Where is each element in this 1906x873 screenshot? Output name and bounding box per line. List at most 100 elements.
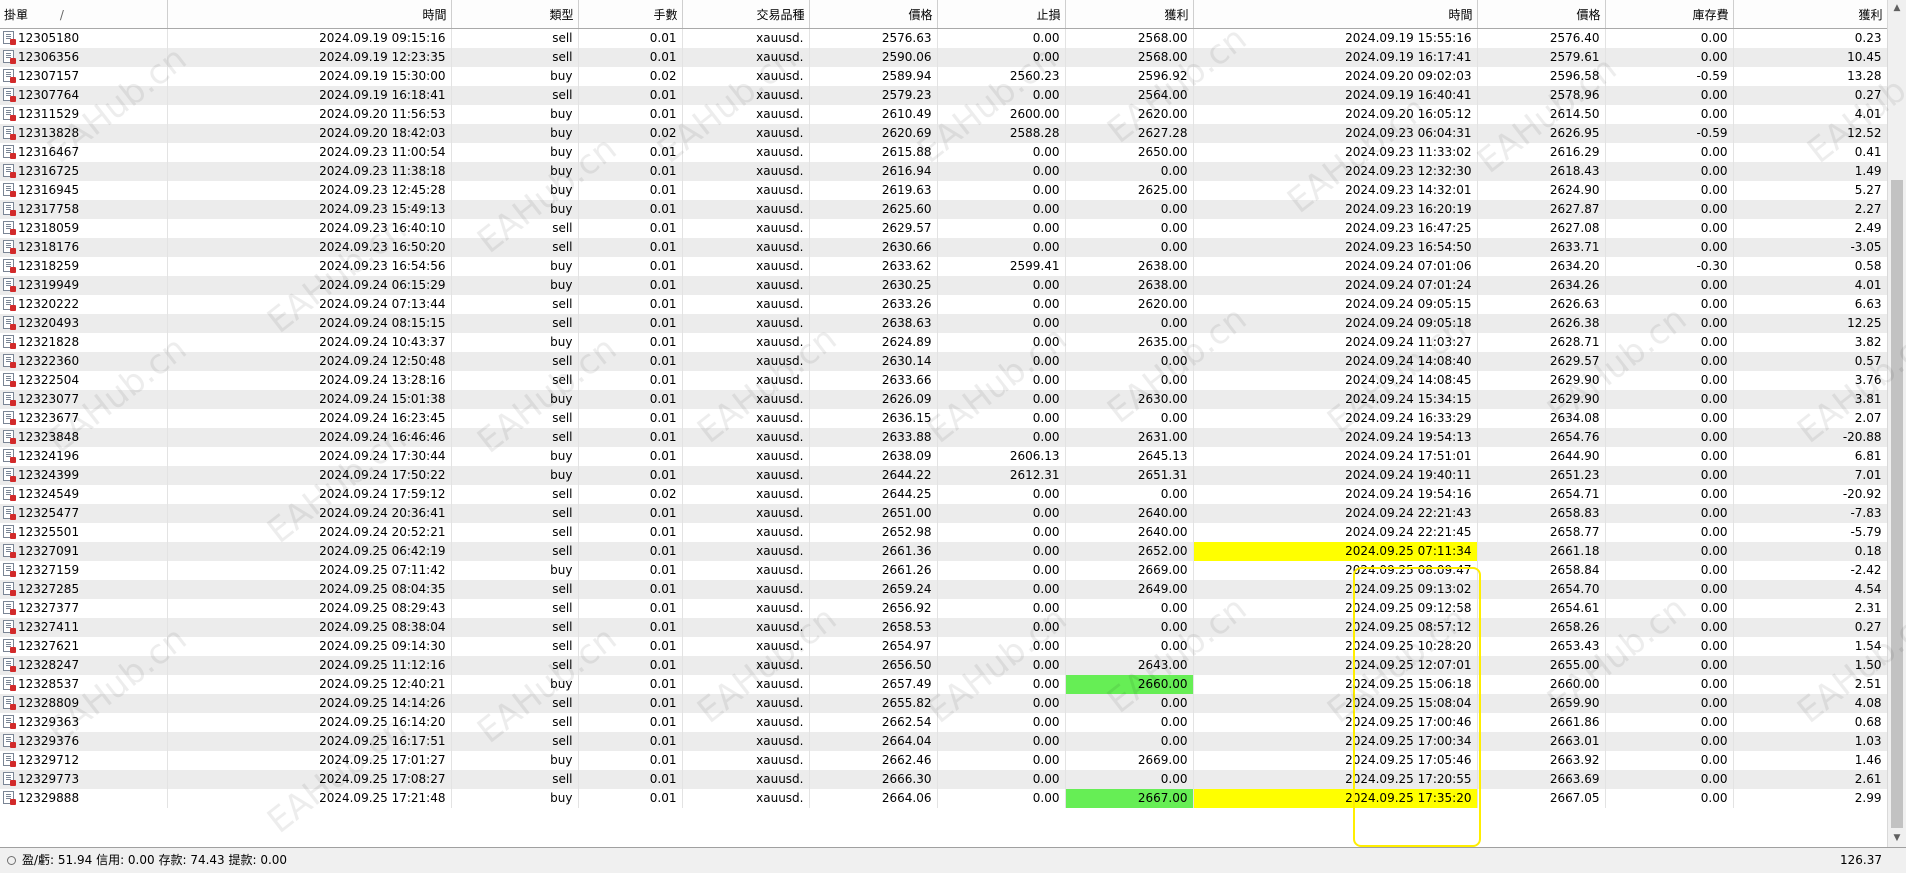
cell-open-time: 2024.09.23 11:00:54 (167, 143, 452, 162)
table-row[interactable]: 12307764 2024.09.19 16:18:41 sell 0.01 xauus… (0, 86, 1887, 105)
table-row[interactable]: 12319949 2024.09.24 06:15:29 buy 0.01 xauusd… (0, 276, 1887, 295)
sell-order-document-icon (3, 316, 16, 330)
cell-take-profit: 2568.00 (1065, 28, 1194, 48)
table-row[interactable]: 12322360 2024.09.24 12:50:48 sell 0.01 xauus… (0, 352, 1887, 371)
table-row[interactable]: 12327159 2024.09.25 07:11:42 buy 0.01 xauusd… (0, 561, 1887, 580)
table-row[interactable]: 12313828 2024.09.20 18:42:03 buy 0.02 xauusd… (0, 124, 1887, 143)
cell-open-price: 2644.25 (809, 485, 938, 504)
table-row[interactable]: 12321828 2024.09.24 10:43:37 buy 0.01 xauusd… (0, 333, 1887, 352)
table-row[interactable]: 12324196 2024.09.24 17:30:44 buy 0.01 xauusd… (0, 447, 1887, 466)
status-bar: 盈/虧: 51.94 信用: 0.00 存款: 74.43 提款: 0.00 1… (0, 847, 1906, 873)
table-row[interactable]: 12328247 2024.09.25 11:12:16 sell 0.01 xauus… (0, 656, 1887, 675)
table-row[interactable]: 12320493 2024.09.24 08:15:15 sell 0.01 xauus… (0, 314, 1887, 333)
column-header-open-price[interactable]: 價格 (809, 0, 938, 29)
cell-symbol: xauusd. (682, 504, 810, 523)
sell-order-document-icon (3, 772, 16, 786)
cell-close-price: 2651.23 (1477, 466, 1606, 485)
column-header-stop-loss[interactable]: 止損 (937, 0, 1066, 29)
table-row[interactable]: 12311529 2024.09.20 11:56:53 buy 0.01 xauusd… (0, 105, 1887, 124)
table-row[interactable]: 12328809 2024.09.25 14:14:26 sell 0.01 xauus… (0, 694, 1887, 713)
column-header-type[interactable]: 類型 (451, 0, 579, 29)
table-row[interactable]: 12325477 2024.09.24 20:36:41 sell 0.01 xauus… (0, 504, 1887, 523)
ticket-number: 12307764 (18, 88, 80, 102)
cell-stop-loss: 0.00 (937, 162, 1066, 181)
cell-open-time: 2024.09.23 16:54:56 (167, 257, 452, 276)
table-row[interactable]: 12316467 2024.09.23 11:00:54 buy 0.01 xauusd… (0, 143, 1887, 162)
table-row[interactable]: 12329712 2024.09.25 17:01:27 buy 0.01 xauusd… (0, 751, 1887, 770)
table-row[interactable]: 12327377 2024.09.25 08:29:43 sell 0.01 xauus… (0, 599, 1887, 618)
column-header-open-time[interactable]: 時間 (167, 0, 452, 29)
table-row[interactable]: 12324399 2024.09.24 17:50:22 buy 0.01 xauusd… (0, 466, 1887, 485)
table-row[interactable]: 12318259 2024.09.23 16:54:56 buy 0.01 xauusd… (0, 257, 1887, 276)
sell-order-document-icon (3, 506, 16, 520)
table-row[interactable]: 12316725 2024.09.23 11:38:18 buy 0.01 xauusd… (0, 162, 1887, 181)
column-header-close-price[interactable]: 價格 (1477, 0, 1606, 29)
cell-open-time: 2024.09.25 17:01:27 (167, 751, 452, 770)
table-row[interactable]: 12322504 2024.09.24 13:28:16 sell 0.01 xauus… (0, 371, 1887, 390)
table-row[interactable]: 12320222 2024.09.24 07:13:44 sell 0.01 xauus… (0, 295, 1887, 314)
cell-ticket: 12327091 (0, 542, 168, 561)
table-row[interactable]: 12329888 2024.09.25 17:21:48 buy 0.01 xauusd… (0, 789, 1887, 808)
sell-order-document-icon (3, 753, 16, 767)
column-header-take-profit[interactable]: 獲利 (1065, 0, 1194, 29)
sell-order-document-icon (3, 658, 16, 672)
column-header-swap[interactable]: 庫存費 (1605, 0, 1734, 29)
table-row[interactable]: 12324549 2024.09.24 17:59:12 sell 0.02 xauus… (0, 485, 1887, 504)
column-header-close-time[interactable]: 時間 (1193, 0, 1478, 29)
table-row[interactable]: 12318176 2024.09.23 16:50:20 sell 0.01 xauus… (0, 238, 1887, 257)
table-row[interactable]: 12323677 2024.09.24 16:23:45 sell 0.01 xauus… (0, 409, 1887, 428)
cell-lots: 0.01 (578, 637, 683, 656)
sell-order-document-icon (3, 563, 16, 577)
cell-symbol: xauusd. (682, 352, 810, 371)
cell-open-time: 2024.09.25 06:42:19 (167, 542, 452, 561)
cell-swap: 0.00 (1605, 789, 1734, 808)
table-row[interactable]: 12329773 2024.09.25 17:08:27 sell 0.01 xauus… (0, 770, 1887, 789)
cell-close-time: 2024.09.24 19:40:11 (1193, 466, 1478, 485)
cell-close-price: 2661.18 (1477, 542, 1606, 561)
column-header-ticket[interactable]: 掛單 / (0, 0, 168, 29)
cell-open-time: 2024.09.25 17:08:27 (167, 770, 452, 789)
cell-close-price: 2660.00 (1477, 675, 1606, 694)
table-row[interactable]: 12327621 2024.09.25 09:14:30 sell 0.01 xauus… (0, 637, 1887, 656)
table-row[interactable]: 12317758 2024.09.23 15:49:13 buy 0.01 xauusd… (0, 200, 1887, 219)
vertical-scrollbar[interactable]: ▲ ▼ (1887, 0, 1906, 847)
cell-close-price: 2626.63 (1477, 295, 1606, 314)
sell-order-document-icon (3, 468, 16, 482)
cell-type: sell (451, 618, 579, 637)
cell-type: sell (451, 238, 579, 257)
cell-ticket: 12316945 (0, 181, 168, 200)
table-row[interactable]: 12318059 2024.09.23 16:40:10 sell 0.01 xauus… (0, 219, 1887, 238)
cell-profit: 2.31 (1733, 599, 1887, 618)
table-row[interactable]: 12327411 2024.09.25 08:38:04 sell 0.01 xauus… (0, 618, 1887, 637)
cell-open-price: 2657.49 (809, 675, 938, 694)
scrollbar-thumb[interactable] (1891, 180, 1903, 828)
cell-close-price: 2626.38 (1477, 314, 1606, 333)
table-row[interactable]: 12327285 2024.09.25 08:04:35 sell 0.01 xauus… (0, 580, 1887, 599)
scroll-down-arrow-icon[interactable]: ▼ (1888, 830, 1906, 847)
table-row[interactable]: 12323077 2024.09.24 15:01:38 buy 0.01 xauusd… (0, 390, 1887, 409)
column-header-profit[interactable]: 獲利 (1733, 0, 1887, 29)
cell-lots: 0.01 (578, 181, 683, 200)
cell-type: buy (451, 751, 579, 770)
table-row[interactable]: 12323848 2024.09.24 16:46:46 sell 0.01 xauus… (0, 428, 1887, 447)
table-row[interactable]: 12325501 2024.09.24 20:52:21 sell 0.01 xauus… (0, 523, 1887, 542)
cell-profit: 3.82 (1733, 333, 1887, 352)
scroll-up-arrow-icon[interactable]: ▲ (1888, 0, 1906, 17)
table-row[interactable]: 12307157 2024.09.19 15:30:00 buy 0.02 xauusd… (0, 67, 1887, 86)
cell-type: buy (451, 181, 579, 200)
cell-open-time: 2024.09.24 13:28:16 (167, 371, 452, 390)
table-row[interactable]: 12327091 2024.09.25 06:42:19 sell 0.01 xauus… (0, 542, 1887, 561)
table-row[interactable]: 12329376 2024.09.25 16:17:51 sell 0.01 xauus… (0, 732, 1887, 751)
table-row[interactable]: 12328537 2024.09.25 12:40:21 buy 0.01 xauusd… (0, 675, 1887, 694)
table-row[interactable]: 12329363 2024.09.25 16:14:20 sell 0.01 xauus… (0, 713, 1887, 732)
sell-order-document-icon (3, 715, 16, 729)
column-header-symbol[interactable]: 交易品種 (682, 0, 810, 29)
table-row[interactable]: 12316945 2024.09.23 12:45:28 buy 0.01 xauusd… (0, 181, 1887, 200)
table-row[interactable]: 12305180 2024.09.19 09:15:16 sell 0.01 xauus… (0, 28, 1887, 48)
table-row[interactable]: 12306356 2024.09.19 12:23:35 sell 0.01 xauus… (0, 48, 1887, 67)
cell-open-time: 2024.09.19 15:30:00 (167, 67, 452, 86)
cell-close-price: 2576.40 (1477, 28, 1606, 48)
ticket-number: 12318176 (18, 240, 80, 254)
cell-open-time: 2024.09.24 10:43:37 (167, 333, 452, 352)
column-header-lots[interactable]: 手數 (578, 0, 683, 29)
